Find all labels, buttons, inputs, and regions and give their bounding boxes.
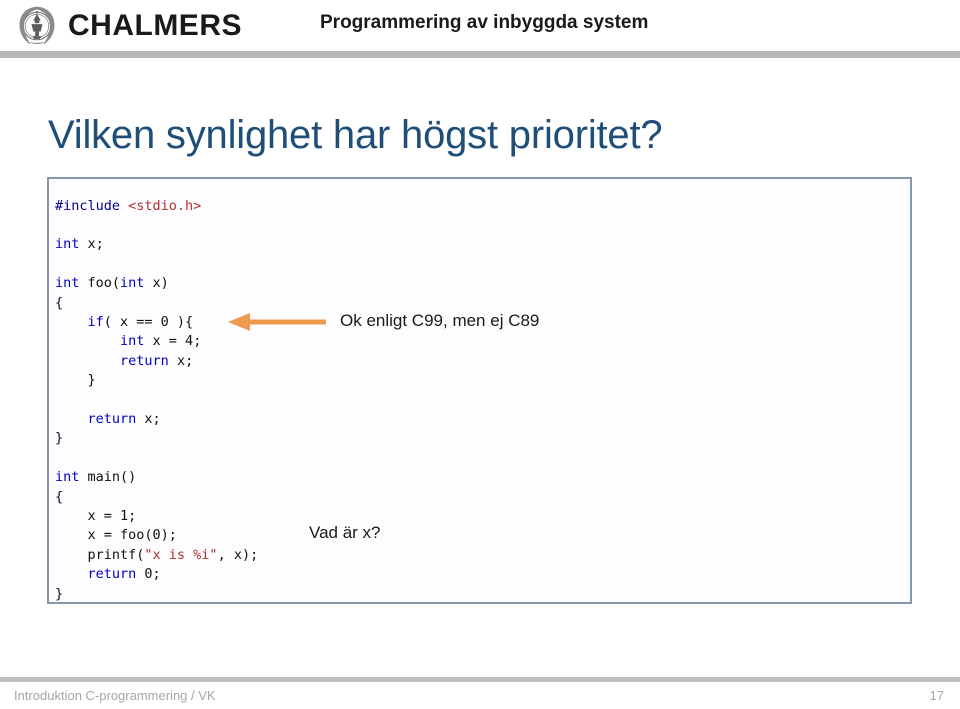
- code-token: , x);: [217, 546, 259, 563]
- code-token: ( x == 0 ){: [103, 313, 194, 330]
- slide-page-number: 17: [929, 688, 944, 703]
- code-token: return: [87, 410, 137, 427]
- code-token: {: [55, 294, 64, 311]
- code-token: int: [55, 275, 80, 292]
- code-token: int: [120, 275, 145, 292]
- code-token: return: [120, 352, 169, 369]
- code-token: }: [55, 430, 64, 447]
- code-token: int: [55, 236, 80, 253]
- chalmers-seal-icon: [19, 6, 55, 45]
- code-token: x;: [168, 352, 194, 369]
- chalmers-logo: CHALMERS: [14, 2, 244, 50]
- code-token: printf(: [55, 546, 145, 563]
- code-token: #include: [55, 197, 129, 214]
- code-listing: #include <stdio.h> int x; int foo(int x)…: [55, 197, 258, 605]
- code-token: "x is %i": [144, 546, 218, 563]
- code-token: int: [55, 469, 80, 486]
- header-divider: [0, 51, 960, 58]
- course-title: Programmering av inbyggda system: [320, 12, 649, 33]
- code-token: }: [55, 585, 64, 602]
- footer-divider: [0, 677, 960, 682]
- code-token: x = 4;: [144, 333, 202, 350]
- slide-header: CHALMERS Programmering av inbyggda syste…: [0, 0, 960, 51]
- callout-c99-note: Ok enligt C99, men ej C89: [340, 311, 540, 330]
- annotation-arrow-left-icon: [228, 313, 326, 331]
- callout-vad-question: Vad är x?: [309, 523, 381, 542]
- page-title: Vilken synlighet har högst prioritet?: [48, 112, 663, 157]
- code-token: x): [144, 275, 169, 292]
- code-token: x = foo(0);: [55, 527, 177, 544]
- code-token: foo(: [79, 275, 121, 292]
- code-token: x;: [79, 236, 104, 253]
- code-token: }: [55, 372, 96, 389]
- code-token: int: [120, 333, 145, 350]
- code-token: return: [87, 566, 137, 583]
- code-token: if: [87, 313, 104, 330]
- code-token: 0;: [136, 566, 161, 583]
- footer-course-label: Introduktion C-programmering / VK: [14, 688, 216, 703]
- chalmers-wordmark: CHALMERS: [68, 9, 242, 42]
- code-token: main(): [79, 469, 137, 486]
- code-token: <stdio.h>: [128, 197, 202, 214]
- code-token: x = 1;: [55, 508, 137, 524]
- code-token: x;: [136, 410, 161, 427]
- code-token: {: [55, 488, 64, 505]
